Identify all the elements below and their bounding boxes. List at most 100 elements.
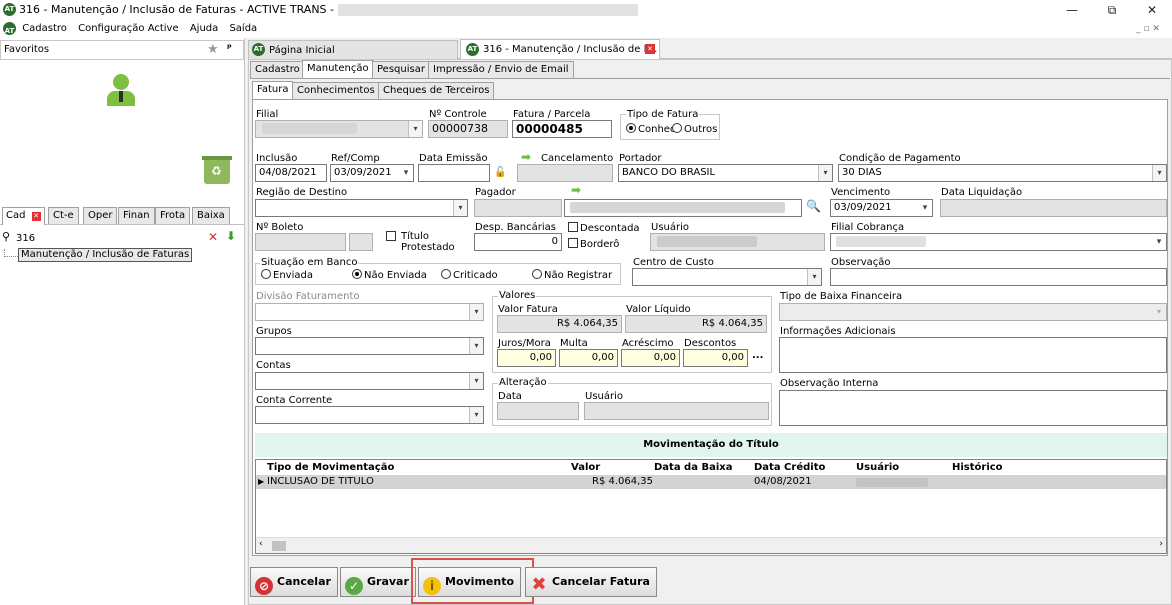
- sit-nao-enviada-radio[interactable]: Não Enviada: [352, 269, 427, 281]
- valor-fatura-label: Valor Fatura: [498, 304, 558, 315]
- table-row[interactable]: ▶ INCLUSAO DE TITULO R$ 4.064,35 04/08/2…: [256, 475, 1166, 489]
- alt-data-field: [497, 402, 579, 420]
- tab-pagina-inicial[interactable]: AT Página Inicial: [248, 40, 458, 59]
- tipo-outros-radio[interactable]: Outros: [672, 123, 717, 135]
- menu-cadastro[interactable]: Cadastro: [22, 20, 67, 38]
- scroll-thumb[interactable]: [272, 541, 286, 551]
- menu-configuracao[interactable]: Configuração Active: [78, 20, 179, 38]
- tree-item-manutencao[interactable]: Manutenção / Inclusão de Faturas: [18, 248, 193, 262]
- recycle-bin-icon[interactable]: ♻: [202, 156, 232, 184]
- tab-pesquisar[interactable]: Pesquisar: [372, 61, 430, 78]
- sit-enviada-radio[interactable]: Enviada: [261, 269, 313, 281]
- bordero-checkbox[interactable]: Borderô: [568, 238, 619, 250]
- tab-baixa[interactable]: Baixa: [192, 207, 230, 224]
- conta-corrente-label: Conta Corrente: [256, 395, 333, 406]
- gravar-button[interactable]: ✓ Gravar: [340, 567, 416, 597]
- check-icon: ✓: [345, 577, 363, 595]
- tipo-conhec-radio[interactable]: Conhec: [626, 123, 675, 135]
- cond-pag-label: Condição de Pagamento: [839, 153, 961, 164]
- close-tab-icon[interactable]: ✕: [645, 44, 655, 54]
- clear-search-icon[interactable]: ✕: [208, 230, 218, 244]
- unlock-icon[interactable]: 🔓: [494, 167, 506, 178]
- menu-ajuda[interactable]: Ajuda: [190, 20, 218, 38]
- tab-conhecimentos[interactable]: Conhecimentos: [292, 82, 380, 99]
- arrow-right-icon: ➡: [571, 183, 582, 197]
- minimize-button[interactable]: —: [1052, 0, 1092, 20]
- sit-nao-registrar-radio[interactable]: Não Registrar: [532, 269, 612, 281]
- close-tab-icon[interactable]: ✕: [31, 212, 41, 221]
- col-usuario[interactable]: Usuário: [856, 460, 899, 475]
- tab-cte[interactable]: Ct-e: [48, 207, 79, 224]
- portador-label: Portador: [619, 153, 662, 164]
- redacted-filial-cobranca: [836, 236, 926, 247]
- movimento-button[interactable]: i Movimento: [418, 567, 522, 597]
- observacao-label: Observação: [831, 257, 891, 268]
- menu-saida[interactable]: Saída: [229, 20, 257, 38]
- movimentacao-grid[interactable]: Tipo de Movimentação Valor Data da Baixa…: [255, 459, 1167, 554]
- tab-impressao[interactable]: Impressão / Envio de Email: [428, 61, 574, 78]
- row-pointer-icon: ▶: [258, 477, 265, 486]
- scroll-left-icon[interactable]: ‹: [259, 539, 263, 549]
- tab-frota[interactable]: Frota: [155, 207, 191, 224]
- tab-finan[interactable]: Finan: [118, 207, 155, 224]
- refcomp-field[interactable]: 03/09/2021 ▾: [330, 164, 414, 182]
- col-historico[interactable]: Histórico: [952, 460, 1003, 475]
- tab-cadastro[interactable]: Cadastro: [250, 61, 305, 78]
- tab-manutencao[interactable]: Manutenção: [302, 60, 374, 78]
- redacted-row-usuario: [856, 478, 928, 487]
- centro-custo-select[interactable]: ▾: [632, 268, 822, 286]
- restore-button[interactable]: ⧉: [1092, 0, 1132, 20]
- observacao-field[interactable]: [830, 268, 1167, 286]
- descontos-field[interactable]: 0,00: [683, 349, 748, 367]
- alteracao-label: Alteração: [498, 377, 548, 388]
- more-values-button[interactable]: ...: [752, 350, 763, 361]
- divisao-select[interactable]: ▾: [255, 303, 484, 321]
- multa-field[interactable]: 0,00: [559, 349, 618, 367]
- tree-connector: [4, 249, 18, 257]
- horizontal-scrollbar[interactable]: ‹ ›: [256, 537, 1166, 553]
- juros-label: Juros/Mora: [498, 338, 551, 349]
- inclusao-label: Inclusão: [256, 153, 298, 164]
- acrescimo-field[interactable]: 0,00: [621, 349, 680, 367]
- sit-criticado-radio[interactable]: Criticado: [441, 269, 498, 281]
- col-data-baixa[interactable]: Data da Baixa: [654, 460, 732, 475]
- tab-fatura[interactable]: Fatura: [252, 81, 294, 99]
- contas-select[interactable]: ▾: [255, 372, 484, 390]
- info-adic-field[interactable]: [779, 337, 1167, 373]
- usuario-label: Usuário: [651, 222, 690, 233]
- pin-icon[interactable]: ᵖ: [227, 43, 232, 54]
- search-icon[interactable]: 🔍: [806, 199, 821, 213]
- star-icon[interactable]: ★: [207, 42, 219, 57]
- go-arrow-icon[interactable]: ⬇: [226, 229, 236, 243]
- close-button[interactable]: ✕: [1132, 0, 1172, 20]
- col-valor[interactable]: Valor: [571, 460, 600, 475]
- refcomp-label: Ref/Comp: [331, 153, 380, 164]
- desp-field[interactable]: 0: [474, 233, 562, 251]
- search-input[interactable]: [16, 229, 201, 247]
- obs-interna-label: Observação Interna: [780, 378, 879, 389]
- cond-pag-select[interactable]: 30 DIAS ▾: [838, 164, 1167, 182]
- col-data-credito[interactable]: Data Crédito: [754, 460, 825, 475]
- grupos-select[interactable]: ▾: [255, 337, 484, 355]
- tab-cad[interactable]: Cad ✕: [2, 207, 45, 225]
- descontada-checkbox[interactable]: Descontada: [568, 222, 640, 234]
- mdi-controls[interactable]: _ ▫ ✕: [1136, 20, 1160, 38]
- juros-field[interactable]: 0,00: [497, 349, 556, 367]
- cancelar-fatura-button[interactable]: ✖ Cancelar Fatura: [525, 567, 657, 597]
- obs-interna-field[interactable]: [779, 390, 1167, 426]
- regiao-select[interactable]: ▾: [255, 199, 468, 217]
- fatura-parcela-field[interactable]: 00000485: [512, 120, 612, 138]
- data-emissao-field[interactable]: [418, 164, 490, 182]
- scroll-right-icon[interactable]: ›: [1159, 539, 1163, 549]
- tab-manutencao-faturas[interactable]: AT 316 - Manutenção / Inclusão de F... ✕: [460, 39, 660, 59]
- conta-corrente-select[interactable]: ▾: [255, 406, 484, 424]
- alt-usuario-field: [584, 402, 769, 420]
- portador-select[interactable]: BANCO DO BRASIL ▾: [618, 164, 833, 182]
- inclusao-field[interactable]: 04/08/2021: [255, 164, 327, 182]
- tab-oper[interactable]: Oper: [83, 207, 118, 224]
- tab-cheques[interactable]: Cheques de Terceiros: [378, 82, 495, 99]
- col-tipo[interactable]: Tipo de Movimentação: [267, 460, 394, 475]
- titulo-protestado-checkbox[interactable]: [386, 231, 398, 243]
- vencimento-field[interactable]: 03/09/2021 ▾: [830, 199, 933, 217]
- cancelar-button[interactable]: ⊘ Cancelar: [250, 567, 338, 597]
